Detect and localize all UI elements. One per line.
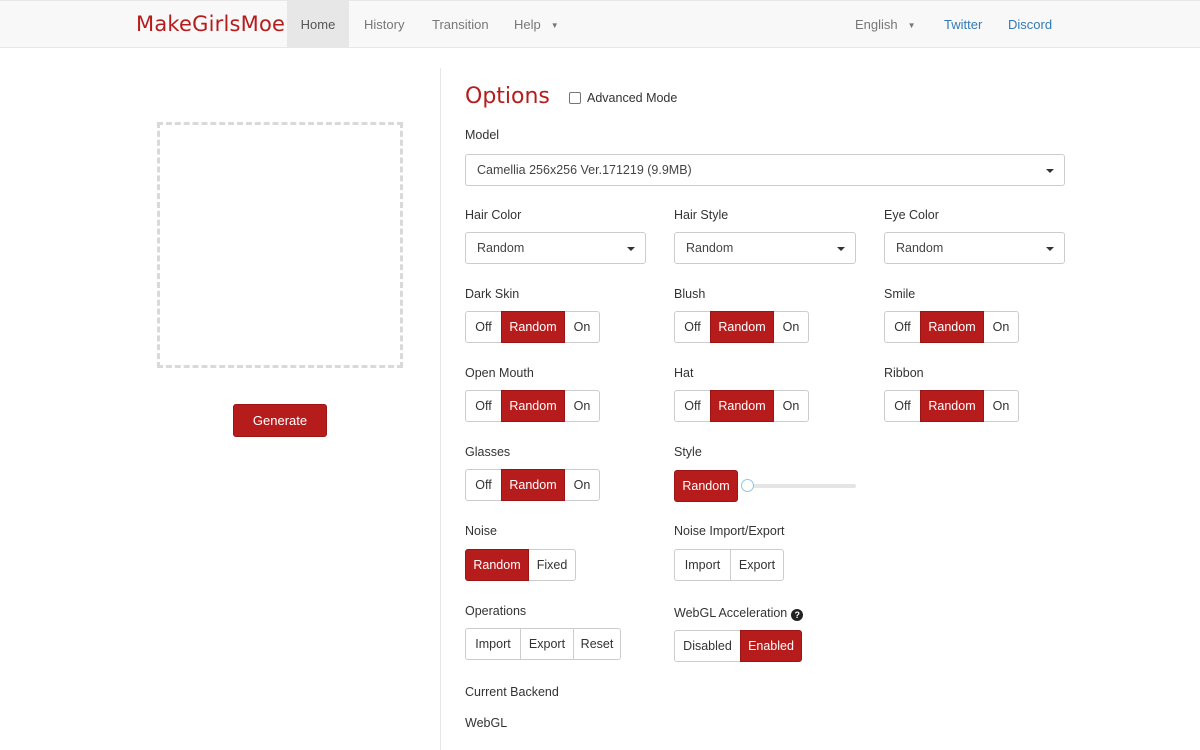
noise-export-button[interactable]: Export [730, 549, 784, 581]
open-mouth-random-button[interactable]: Random [501, 390, 565, 422]
glasses-on-button[interactable]: On [564, 469, 600, 501]
ribbon-random-button[interactable]: Random [920, 390, 984, 422]
webgl-disabled-button[interactable]: Disabled [674, 630, 741, 662]
options-title: Options [465, 84, 550, 109]
caret-down-icon [627, 247, 635, 251]
hat-on-button[interactable]: On [773, 390, 809, 422]
hair-color-label: Hair Color [465, 208, 522, 222]
nav-help-dropdown[interactable]: Help ▼ [500, 1, 573, 48]
generate-button[interactable]: Generate [233, 404, 327, 437]
caret-down-icon: ▼ [907, 21, 916, 31]
ribbon-label: Ribbon [884, 366, 924, 380]
operations-label: Operations [465, 604, 527, 618]
navbar: MakeGirlsMoe Home History Transition Hel… [0, 0, 1200, 48]
smile-random-button[interactable]: Random [920, 311, 984, 343]
webgl-label: WebGL Acceleration [674, 606, 788, 620]
dark-skin-on-button[interactable]: On [564, 311, 600, 343]
glasses-toggle: Off Random On [465, 469, 600, 501]
smile-label: Smile [884, 287, 916, 301]
style-label: Style [674, 445, 702, 459]
operations-import-button[interactable]: Import [465, 628, 521, 660]
question-circle-icon[interactable]: ? [791, 609, 804, 621]
advanced-mode-toggle[interactable]: Advanced Mode [569, 91, 677, 105]
style-slider-handle[interactable] [741, 479, 754, 492]
caret-down-icon [1046, 169, 1054, 173]
blush-label: Blush [674, 287, 706, 301]
ribbon-toggle: Off Random On [884, 390, 1019, 422]
brand-logo[interactable]: MakeGirlsMoe [136, 12, 285, 36]
open-mouth-label: Open Mouth [465, 366, 534, 380]
nav-transition[interactable]: Transition [418, 1, 503, 48]
hair-style-label: Hair Style [674, 208, 729, 222]
operations-export-button[interactable]: Export [520, 628, 574, 660]
advanced-mode-checkbox[interactable] [569, 92, 581, 104]
generated-image-canvas [157, 122, 403, 368]
blush-off-button[interactable]: Off [674, 311, 711, 343]
blush-toggle: Off Random On [674, 311, 809, 343]
nav-home[interactable]: Home [287, 1, 349, 48]
hair-color-select[interactable]: Random [465, 232, 646, 264]
noise-label: Noise [465, 524, 497, 538]
style-random-button[interactable]: Random [674, 470, 738, 502]
smile-toggle: Off Random On [884, 311, 1019, 343]
open-mouth-off-button[interactable]: Off [465, 390, 502, 422]
twitter-link[interactable]: Twitter [930, 1, 996, 48]
dark-skin-random-button[interactable]: Random [501, 311, 565, 343]
discord-link[interactable]: Discord [994, 1, 1066, 48]
dark-skin-off-button[interactable]: Off [465, 311, 502, 343]
hat-label: Hat [674, 366, 694, 380]
noise-io-buttons: Import Export [674, 549, 784, 581]
open-mouth-toggle: Off Random On [465, 390, 600, 422]
caret-down-icon [837, 247, 845, 251]
operations-reset-button[interactable]: Reset [573, 628, 621, 660]
operations-buttons: Import Export Reset [465, 628, 621, 660]
glasses-random-button[interactable]: Random [501, 469, 565, 501]
noise-import-button[interactable]: Import [674, 549, 731, 581]
style-slider-track[interactable] [744, 484, 856, 488]
model-select-value: Camellia 256x256 Ver.171219 (9.9MB) [477, 163, 692, 177]
hair-style-value: Random [686, 241, 734, 255]
caret-down-icon: ▼ [550, 21, 559, 31]
glasses-off-button[interactable]: Off [465, 469, 502, 501]
noise-io-label: Noise Import/Export [674, 524, 785, 538]
eye-color-select[interactable]: Random [884, 232, 1065, 264]
open-mouth-on-button[interactable]: On [564, 390, 600, 422]
hair-style-select[interactable]: Random [674, 232, 856, 264]
ribbon-off-button[interactable]: Off [884, 390, 921, 422]
eye-color-value: Random [896, 241, 944, 255]
glasses-label: Glasses [465, 445, 511, 459]
caret-down-icon [1046, 247, 1054, 251]
dark-skin-toggle: Off Random On [465, 311, 600, 343]
panel-divider [440, 68, 441, 750]
smile-off-button[interactable]: Off [884, 311, 921, 343]
advanced-mode-label: Advanced Mode [587, 91, 678, 105]
blush-random-button[interactable]: Random [710, 311, 774, 343]
language-label: English [855, 17, 898, 32]
nav-help-label: Help [514, 17, 541, 32]
model-label: Model [465, 128, 500, 142]
webgl-toggle: Disabled Enabled [674, 630, 802, 662]
backend-label: Current Backend [465, 685, 559, 699]
dark-skin-label: Dark Skin [465, 287, 520, 301]
smile-on-button[interactable]: On [983, 311, 1019, 343]
noise-random-button[interactable]: Random [465, 549, 529, 581]
eye-color-label: Eye Color [884, 208, 939, 222]
hat-off-button[interactable]: Off [674, 390, 711, 422]
language-dropdown[interactable]: English ▼ [841, 1, 930, 48]
ribbon-on-button[interactable]: On [983, 390, 1019, 422]
hat-random-button[interactable]: Random [710, 390, 774, 422]
model-select[interactable]: Camellia 256x256 Ver.171219 (9.9MB) [465, 154, 1065, 186]
noise-fixed-button[interactable]: Fixed [528, 549, 576, 581]
webgl-enabled-button[interactable]: Enabled [740, 630, 802, 662]
backend-value: WebGL [465, 716, 508, 730]
hair-color-value: Random [477, 241, 525, 255]
noise-toggle: Random Fixed [465, 549, 576, 581]
blush-on-button[interactable]: On [773, 311, 809, 343]
webgl-label-row: WebGL Acceleration? [674, 606, 804, 621]
hat-toggle: Off Random On [674, 390, 809, 422]
nav-history[interactable]: History [350, 1, 418, 48]
